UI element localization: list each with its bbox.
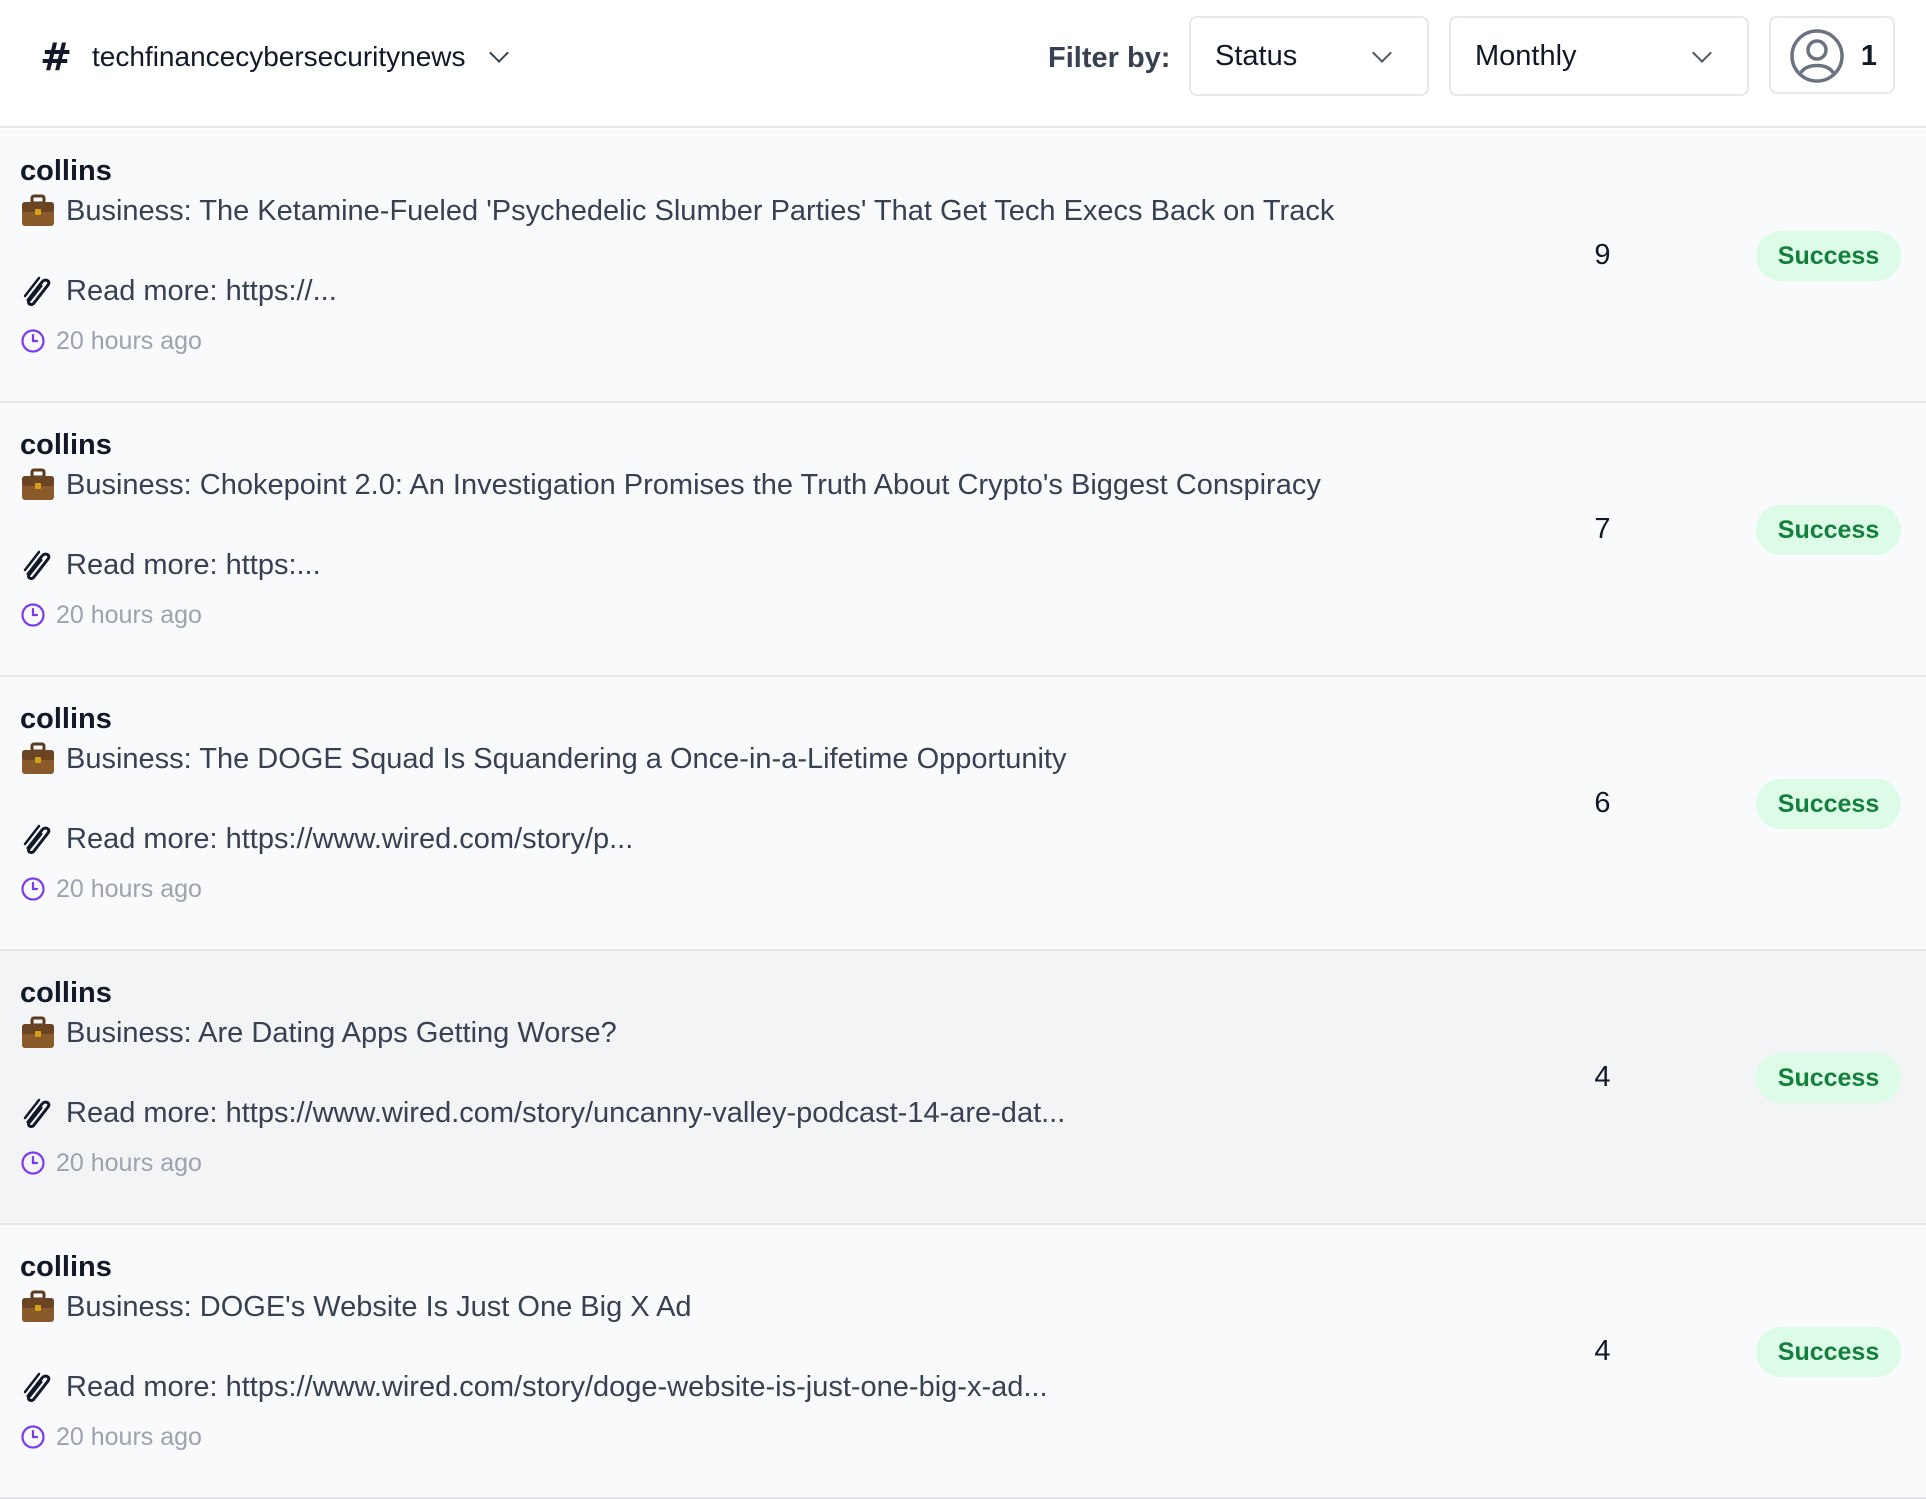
briefcase-icon [22, 194, 54, 226]
channel-selector[interactable]: # techfinancecybersecuritynews [38, 34, 509, 80]
post-title: Business: The Ketamine-Fueled 'Psychedel… [66, 195, 1335, 227]
post-link[interactable]: Read more: https://... [66, 271, 337, 311]
post-title: Business: The DOGE Squad Is Squandering … [66, 743, 1067, 775]
post-title: Business: Chokepoint 2.0: An Investigati… [66, 469, 1321, 501]
post-timestamp: 20 hours ago [20, 871, 202, 907]
post-timestamp: 20 hours ago [20, 1145, 202, 1181]
post-link-line: Read more: https://www.wired.com/story/p… [20, 819, 633, 859]
clock-icon [21, 603, 45, 627]
paperclip-icon [23, 1372, 51, 1402]
post-title-line: Business: Chokepoint 2.0: An Investigati… [20, 465, 1321, 505]
list-item[interactable]: collins Business: The Ketamine-Fueled 'P… [0, 129, 1926, 403]
post-time: 20 hours ago [56, 327, 202, 355]
post-link[interactable]: Read more: https://www.wired.com/story/d… [66, 1367, 1048, 1407]
post-timestamp: 20 hours ago [20, 323, 202, 359]
post-count: 6 [1594, 787, 1611, 819]
post-link-line: Read more: https://www.wired.com/story/u… [20, 1093, 1065, 1133]
period-filter-value: Monthly [1475, 39, 1577, 72]
briefcase-icon [22, 742, 54, 774]
list-item[interactable]: collins Business: Are Dating Apps Gettin… [0, 951, 1926, 1225]
post-time: 20 hours ago [56, 1423, 202, 1451]
post-list: collins Business: The Ketamine-Fueled 'P… [0, 129, 1926, 1499]
post-count: 9 [1594, 239, 1611, 271]
status-badge: Success [1756, 779, 1901, 829]
top-bar: # techfinancecybersecuritynews Filter by… [0, 0, 1926, 128]
post-title: Business: Are Dating Apps Getting Worse? [66, 1017, 617, 1049]
briefcase-icon [22, 1016, 54, 1048]
paperclip-icon [23, 1098, 51, 1128]
clock-icon [21, 877, 45, 901]
post-link-line: Read more: https://www.wired.com/story/d… [20, 1367, 1048, 1407]
post-time: 20 hours ago [56, 1149, 202, 1177]
user-count: 1 [1860, 40, 1877, 72]
author-name: collins [20, 703, 112, 735]
users-button[interactable]: 1 [1769, 16, 1895, 94]
paperclip-icon [23, 550, 51, 580]
paperclip-icon [23, 824, 51, 854]
filter-label: Filter by: [1048, 42, 1171, 74]
briefcase-icon [22, 468, 54, 500]
list-item[interactable]: collins Business: Chokepoint 2.0: An Inv… [0, 403, 1926, 677]
status-filter-select[interactable]: Status [1189, 16, 1429, 96]
post-timestamp: 20 hours ago [20, 597, 202, 633]
post-title-line: Business: DOGE's Website Is Just One Big… [20, 1287, 692, 1327]
post-title-line: Business: The DOGE Squad Is Squandering … [20, 739, 1067, 779]
chevron-down-icon [1692, 43, 1712, 63]
author-name: collins [20, 1251, 112, 1283]
post-link[interactable]: Read more: https:... [66, 545, 321, 585]
list-item[interactable]: collins Business: DOGE's Website Is Just… [0, 1225, 1926, 1499]
post-time: 20 hours ago [56, 601, 202, 629]
post-count: 7 [1594, 513, 1611, 545]
hash-icon: # [40, 35, 72, 79]
post-time: 20 hours ago [56, 875, 202, 903]
paperclip-icon [23, 276, 51, 306]
user-circle-icon [1790, 29, 1844, 83]
author-name: collins [20, 977, 112, 1009]
clock-icon [21, 1151, 45, 1175]
post-count: 4 [1594, 1335, 1611, 1367]
post-timestamp: 20 hours ago [20, 1419, 202, 1455]
list-item[interactable]: collins Business: The DOGE Squad Is Squa… [0, 677, 1926, 951]
status-filter-value: Status [1215, 39, 1298, 72]
author-name: collins [20, 155, 112, 187]
post-link[interactable]: Read more: https://www.wired.com/story/p… [66, 819, 633, 859]
clock-icon [21, 1425, 45, 1449]
author-name: collins [20, 429, 112, 461]
channel-name: techfinancecybersecuritynews [92, 41, 466, 72]
briefcase-icon [22, 1290, 54, 1322]
post-link[interactable]: Read more: https://www.wired.com/story/u… [66, 1093, 1065, 1133]
post-title: Business: DOGE's Website Is Just One Big… [66, 1291, 692, 1323]
status-badge: Success [1756, 1327, 1901, 1377]
status-badge: Success [1756, 231, 1901, 281]
clock-icon [21, 329, 45, 353]
post-count: 4 [1594, 1061, 1611, 1093]
post-title-line: Business: The Ketamine-Fueled 'Psychedel… [20, 191, 1334, 231]
period-filter-select[interactable]: Monthly [1449, 16, 1749, 96]
chevron-down-icon [488, 43, 509, 63]
post-link-line: Read more: https:... [20, 545, 321, 585]
status-badge: Success [1756, 505, 1901, 555]
status-badge: Success [1756, 1053, 1901, 1103]
chevron-down-icon [1372, 43, 1392, 63]
post-link-line: Read more: https://... [20, 271, 337, 311]
post-title-line: Business: Are Dating Apps Getting Worse? [20, 1013, 617, 1053]
